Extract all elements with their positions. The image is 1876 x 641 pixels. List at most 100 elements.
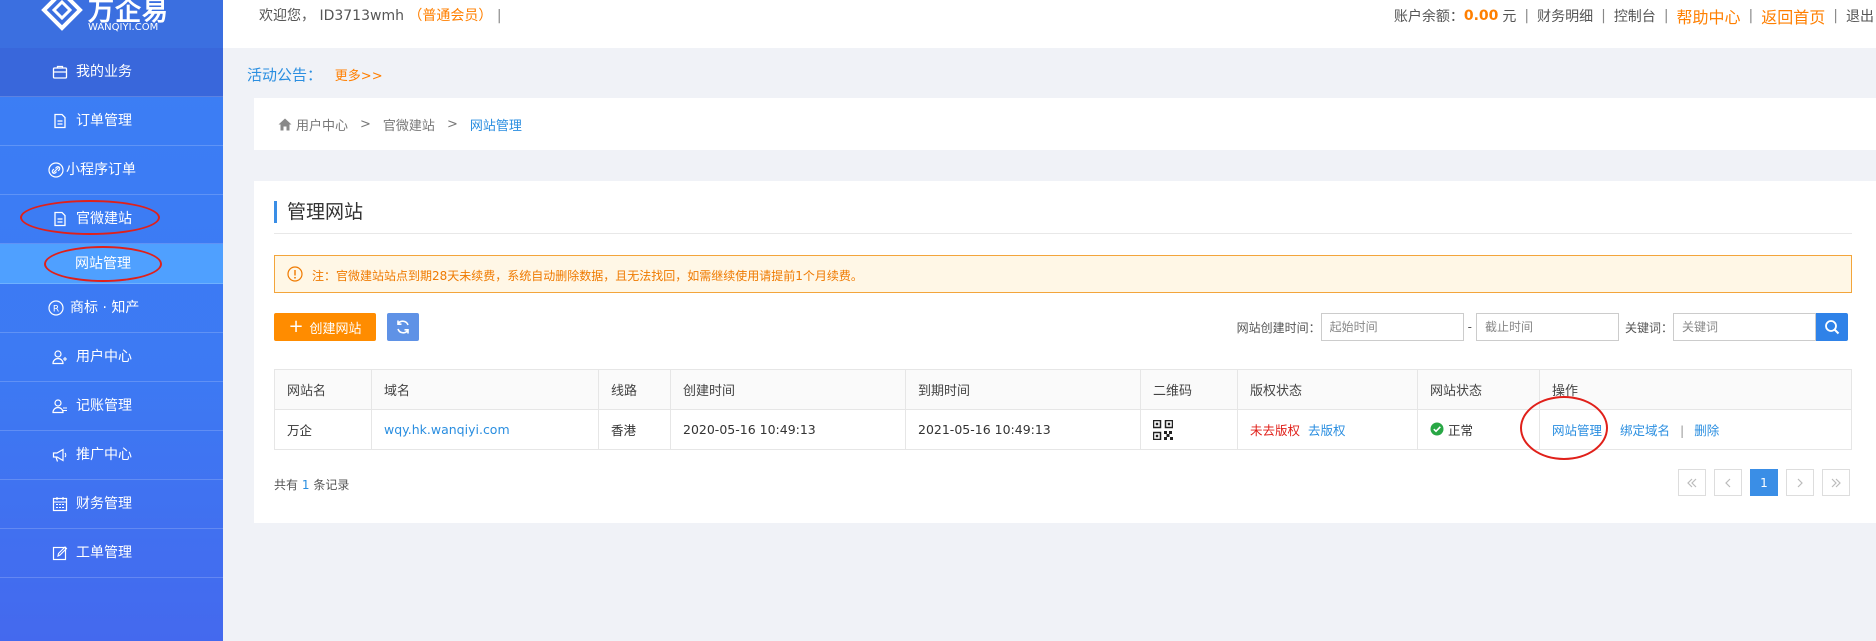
domain-link[interactable]: wqy.hk.wanqiyi.com: [384, 422, 510, 437]
divider: |: [1833, 8, 1838, 24]
range-dash: -: [1467, 320, 1472, 334]
page-title: 管理网站: [274, 201, 363, 223]
sidebar-item-site-management[interactable]: 网站管理: [0, 244, 223, 284]
sidebar-item-trademark[interactable]: R 商标 · 知产: [0, 284, 223, 333]
announcement-bar: 活动公告： 更多>>: [247, 64, 383, 85]
col-site-status: 网站状态: [1417, 369, 1540, 410]
sidebar-item-bookkeeping[interactable]: 记账管理: [0, 382, 223, 431]
home-icon: [278, 118, 292, 131]
user-id: ID3713wmh: [319, 8, 404, 24]
bind-domain-link[interactable]: 绑定域名: [1620, 423, 1670, 438]
divider: |: [1748, 8, 1754, 24]
sidebar-item-label: 我的业务: [76, 64, 132, 80]
create-site-button[interactable]: + 创建网站: [274, 313, 376, 341]
logo[interactable]: 万企易 WANQIYI.COM: [0, 0, 223, 48]
logo-icon: [41, 0, 83, 31]
info-icon: [287, 266, 303, 282]
refresh-icon: [397, 320, 409, 334]
briefcase-icon: [52, 65, 68, 79]
keyword-input[interactable]: [1673, 313, 1816, 341]
sidebar-item-label: 记账管理: [76, 398, 132, 414]
breadcrumb: 用户中心 > 官微建站 > 网站管理: [278, 115, 522, 134]
console-link[interactable]: 控制台: [1614, 6, 1656, 26]
more-link[interactable]: 更多>>: [335, 69, 383, 84]
sidebar-item-miniprogram-orders[interactable]: 小程序订单: [0, 146, 223, 195]
cell-actions: 网站管理 绑定域名 | 删除: [1520, 396, 1852, 460]
welcome-prefix: 欢迎您，: [259, 8, 315, 24]
sidebar-item-label: 财务管理: [76, 496, 132, 512]
col-qrcode: 二维码: [1140, 369, 1238, 410]
col-expires: 到期时间: [905, 369, 1141, 410]
delete-link[interactable]: 删除: [1694, 423, 1719, 438]
help-center-link[interactable]: 帮助中心: [1677, 4, 1741, 28]
megaphone-icon: [52, 448, 67, 462]
start-time-input[interactable]: [1320, 313, 1464, 341]
logout-link[interactable]: 退出: [1846, 6, 1874, 26]
end-time-input[interactable]: [1475, 313, 1619, 341]
status-badge: 正常: [1430, 420, 1473, 439]
sidebar-item-finance[interactable]: 财务管理: [0, 480, 223, 529]
col-name: 网站名: [274, 369, 372, 410]
col-created: 创建时间: [670, 369, 906, 410]
last-page-button[interactable]: [1822, 469, 1850, 496]
divider: |: [1680, 423, 1685, 438]
chevron-right-icon: [1797, 478, 1803, 487]
copyright-status: 未去版权: [1250, 423, 1301, 438]
manage-site-link[interactable]: 网站管理: [1552, 423, 1602, 438]
prev-page-button[interactable]: [1714, 469, 1742, 496]
cell-copyright: 未去版权 去版权: [1237, 409, 1418, 450]
finance-detail-link[interactable]: 财务明细: [1537, 6, 1593, 26]
balance-unit: 元: [1502, 9, 1517, 25]
sidebar-item-label: 工单管理: [76, 545, 132, 561]
top-bar: 欢迎您， ID3713wmh （普通会员） | 账户余额： 0.00 元 | 财…: [223, 0, 1876, 48]
search-button[interactable]: [1816, 313, 1848, 341]
sidebar-item-promotion[interactable]: 推广中心: [0, 431, 223, 480]
page-button-current[interactable]: 1: [1750, 469, 1778, 496]
sidebar-item-tickets[interactable]: 工单管理: [0, 529, 223, 578]
sidebar-item-label: 官微建站: [76, 211, 132, 227]
sidebar-item-label: 小程序订单: [66, 162, 136, 178]
edit-icon: [52, 546, 68, 561]
sidebar-item-user-center[interactable]: 用户中心: [0, 333, 223, 382]
cell-route: 香港: [598, 409, 671, 450]
breadcrumb-separator: >: [360, 117, 371, 132]
document-icon: [54, 211, 66, 227]
search-icon: [1825, 320, 1840, 335]
registered-icon: R: [48, 300, 64, 316]
sidebar-item-label: 商标 · 知产: [70, 300, 140, 316]
next-page-button[interactable]: [1786, 469, 1814, 496]
record-prefix: 共有: [274, 478, 299, 492]
sidebar-item-label: 推广中心: [76, 447, 132, 463]
create-site-label: 创建网站: [309, 321, 362, 337]
breadcrumb-home[interactable]: 用户中心: [296, 115, 348, 134]
cell-name: 万企: [274, 409, 372, 450]
remove-copyright-link[interactable]: 去版权: [1308, 423, 1346, 438]
member-level: （普通会员）: [408, 8, 493, 24]
sidebar-nav: 我的业务 订单管理 小程序订单 官微建站 网站管理 R 商标 · 知产 用户中心…: [0, 48, 223, 578]
users-icon: [52, 350, 67, 365]
breadcrumb-separator: >: [446, 117, 458, 132]
plus-icon: +: [288, 316, 304, 337]
col-copyright: 版权状态: [1237, 369, 1418, 410]
breadcrumb-parent[interactable]: 官微建站: [383, 115, 435, 134]
record-suffix: 条记录: [313, 478, 350, 492]
refresh-button[interactable]: [387, 313, 419, 341]
users-icon: [52, 399, 67, 414]
check-circle-icon: [1430, 422, 1444, 436]
link-icon: [48, 162, 64, 178]
sidebar-item-my-business[interactable]: 我的业务: [0, 48, 223, 97]
sidebar-item-label: 网站管理: [75, 256, 131, 272]
calendar-icon: [52, 497, 68, 512]
divider: |: [1601, 8, 1606, 24]
top-right-links: 账户余额： 0.00 元 | 财务明细 | 控制台 | 帮助中心 | 返回首页 …: [1394, 4, 1876, 28]
document-icon: [54, 113, 66, 129]
sidebar-item-label: 用户中心: [76, 349, 132, 365]
first-page-button[interactable]: [1678, 469, 1706, 496]
sidebar-item-official-site[interactable]: 官微建站: [0, 195, 223, 244]
home-link[interactable]: 返回首页: [1761, 4, 1825, 28]
cell-qrcode: [1140, 409, 1238, 450]
balance-value: 0.00: [1463, 8, 1499, 24]
status-text: 正常: [1448, 422, 1474, 438]
sidebar-item-orders[interactable]: 订单管理: [0, 97, 223, 146]
qrcode-icon[interactable]: [1153, 419, 1173, 440]
